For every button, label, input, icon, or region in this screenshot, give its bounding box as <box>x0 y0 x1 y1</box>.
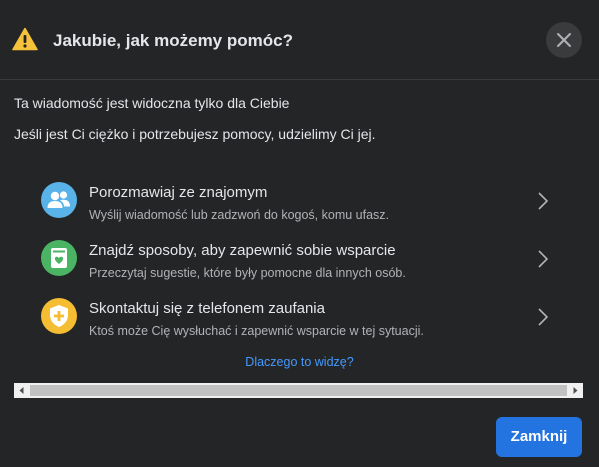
option-title: Znajdź sposoby, aby zapewnić sobie wspar… <box>89 242 396 259</box>
option-talk-to-friend[interactable]: Porozmawiaj ze znajomym Wyślij wiadomość… <box>34 174 564 226</box>
why-am-i-seeing-this-link[interactable]: Dlaczego to widzę? <box>0 355 599 369</box>
option-find-support[interactable]: Znajdź sposoby, aby zapewnić sobie wspar… <box>34 232 564 284</box>
option-title: Porozmawiaj ze znajomym <box>89 184 268 201</box>
shield-plus-icon <box>41 298 77 334</box>
heart-document-icon <box>41 240 77 276</box>
close-dialog-button[interactable] <box>546 22 582 58</box>
chevron-right-icon <box>537 307 549 332</box>
option-description: Wyślij wiadomość lub zadzwoń do kogoś, k… <box>89 208 390 222</box>
help-dialog: Jakubie, jak możemy pomóc? Ta wiadomość … <box>0 0 599 467</box>
chevron-right-icon <box>537 191 549 216</box>
option-description: Przeczytaj sugestie, które były pomocne … <box>89 266 406 280</box>
warning-icon <box>12 27 38 51</box>
option-description: Ktoś może Cię wysłuchać i zapewnić wspar… <box>89 324 424 338</box>
scroll-right-arrow-icon[interactable] <box>568 383 583 398</box>
dialog-header: Jakubie, jak możemy pomóc? <box>0 0 599 80</box>
option-helpline[interactable]: Skontaktuj się z telefonem zaufania Ktoś… <box>34 290 564 342</box>
horizontal-scrollbar[interactable] <box>14 383 583 398</box>
chevron-right-icon <box>537 249 549 274</box>
scrollbar-thumb[interactable] <box>30 385 567 396</box>
scroll-left-arrow-icon[interactable] <box>14 383 29 398</box>
option-title: Skontaktuj się z telefonem zaufania <box>89 300 325 317</box>
people-icon <box>41 182 77 218</box>
intro-text: Jeśli jest Ci ciężko i potrzebujesz pomo… <box>14 126 376 142</box>
dialog-title: Jakubie, jak możemy pomóc? <box>53 31 293 50</box>
close-button[interactable]: Zamknij <box>496 417 582 457</box>
visibility-notice: Ta wiadomość jest widoczna tylko dla Cie… <box>14 95 290 111</box>
